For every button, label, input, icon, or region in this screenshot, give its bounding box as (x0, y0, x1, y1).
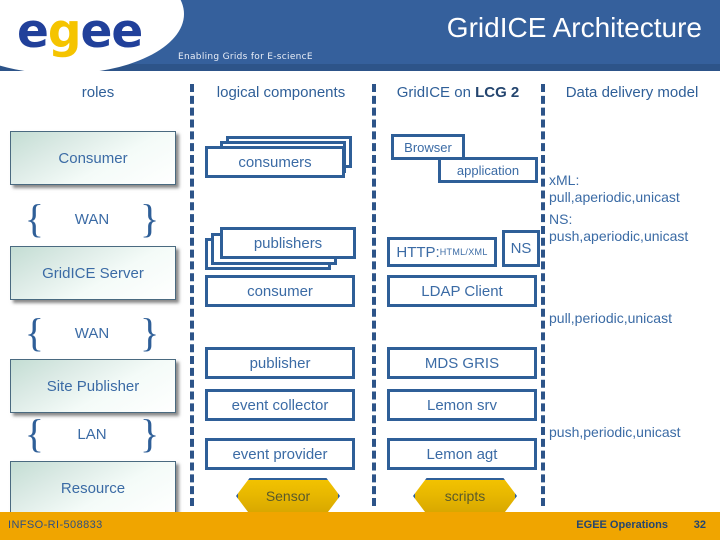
lcg-label: MDS GRIS (424, 354, 500, 372)
role-box-consumer[interactable]: Consumer (10, 131, 176, 185)
logical-box-publishers[interactable]: publishers (220, 227, 356, 259)
role-box-resource[interactable]: Resource (10, 461, 176, 515)
column-header-logical-components: logical components (216, 84, 346, 101)
footer-bar: INFSO-RI-508833 EGEE Operations 32 (0, 512, 720, 540)
sensor-shape[interactable]: Sensor (236, 478, 340, 514)
page-title: GridICE Architecture (446, 12, 702, 43)
brace-open-icon: { (24, 196, 44, 241)
brace-open-icon: { (24, 310, 44, 355)
footer-page-number: 32 (693, 519, 706, 531)
lcg-label: NS (510, 240, 532, 257)
lcg-box-ldap-client[interactable]: LDAP Client (387, 275, 537, 307)
footer-event-name: EGEE Operations (576, 519, 668, 531)
delivery-model-ns-line1: NS: (549, 211, 573, 227)
brace-row-lan: { LAN } (10, 413, 174, 455)
logical-box-consumer[interactable]: consumer (205, 275, 355, 307)
role-label: Site Publisher (46, 377, 140, 395)
egee-tagline: Enabling Grids for E-sciencE (178, 52, 313, 62)
logical-label: publisher (249, 354, 311, 372)
footer-project-id: INFSO-RI-508833 (8, 519, 103, 531)
logical-box-publisher[interactable]: publisher (205, 347, 355, 379)
brace-label: LAN (77, 425, 107, 443)
role-label: Resource (60, 479, 126, 497)
logical-box-consumers[interactable]: consumers (205, 146, 345, 178)
logical-box-event-provider[interactable]: event provider (205, 438, 355, 470)
lcg-label: Lemon agt (426, 445, 498, 463)
brace-close-icon: } (140, 310, 160, 355)
sensor-label: Sensor (265, 488, 311, 504)
delivery-model-push-periodic: push,periodic,unicast (549, 424, 681, 440)
lcg-box-http[interactable]: HTTP: HTML/XML (387, 237, 497, 267)
logo-part-1: e (17, 4, 49, 59)
brace-close-icon: } (140, 411, 160, 456)
lcg-label: Browser (404, 139, 452, 155)
column-header-data-delivery: Data delivery model (565, 84, 699, 101)
brace-label: WAN (74, 324, 110, 342)
column-header-roles: roles (81, 84, 115, 101)
brace-label: WAN (74, 210, 110, 228)
scripts-shape[interactable]: scripts (413, 478, 517, 514)
role-box-gridice-server[interactable]: GridICE Server (10, 246, 176, 300)
logical-label: event collector (231, 396, 329, 414)
egee-logo: egee (17, 8, 143, 55)
brace-open-icon: { (24, 411, 44, 456)
brace-close-icon: } (140, 196, 160, 241)
lcg-label: application (456, 162, 520, 178)
lcg-box-lemon-srv[interactable]: Lemon srv (387, 389, 537, 421)
logical-label: event provider (232, 445, 328, 463)
delivery-model-ns-line2: push,aperiodic,unicast (549, 228, 689, 244)
logo-part-gold: g (47, 4, 82, 59)
separator-2 (372, 84, 376, 506)
logo-part-2: ee (80, 4, 144, 59)
brace-row-wan-2: { WAN } (10, 312, 174, 354)
logical-box-event-collector[interactable]: event collector (205, 389, 355, 421)
separator-3 (541, 84, 545, 506)
role-label: Consumer (58, 149, 128, 167)
lcg-box-lemon-agt[interactable]: Lemon agt (387, 438, 537, 470)
delivery-model-xml-line2: pull,aperiodic,unicast (549, 189, 680, 205)
role-box-site-publisher[interactable]: Site Publisher (10, 359, 176, 413)
delivery-model-pull-periodic: pull,periodic,unicast (549, 310, 672, 326)
slide-root: egee Enabling Grids for E-sciencE GridIC… (0, 0, 720, 540)
lcg-label: Lemon srv (426, 396, 498, 414)
brace-row-wan-1: { WAN } (10, 198, 174, 240)
scripts-label: scripts (444, 488, 486, 504)
separator-1 (190, 84, 194, 506)
lcg-box-application[interactable]: application (438, 157, 538, 183)
logical-label: publishers (253, 234, 323, 252)
lcg-box-ns[interactable]: NS (502, 230, 540, 267)
column-header-gridice-prefix: GridICE on (396, 84, 476, 101)
lcg-label: LDAP Client (421, 282, 503, 300)
role-label: GridICE Server (42, 264, 144, 282)
column-header-gridice-lcg2: GridICE on LCG 2 (382, 84, 534, 101)
lcg-box-mds-gris[interactable]: MDS GRIS (387, 347, 537, 379)
column-header-lcg2-bold: LCG 2 (475, 84, 520, 101)
logical-label: consumer (247, 282, 313, 300)
http-format-label: HTML/XML (439, 247, 488, 257)
http-protocol-label: HTTP: (396, 243, 440, 261)
delivery-model-xml-line1: xML: (549, 172, 580, 188)
logical-label: consumers (238, 153, 312, 171)
